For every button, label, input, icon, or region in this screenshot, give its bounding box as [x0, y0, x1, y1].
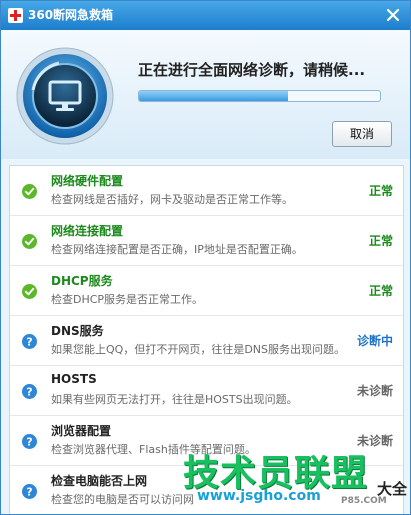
question-icon: ?	[22, 484, 37, 499]
row-description: 检查网络连接配置是否正确，IP地址是否配置正确。	[51, 243, 303, 256]
row-description: 检查您的电脑是否可以访问网	[51, 493, 194, 506]
progress-fill	[139, 91, 289, 101]
check-item-hosts[interactable]: ? HOSTS 如果有些网页无法打开，往往是HOSTS出现问题。 未诊断	[10, 366, 403, 416]
row-title: 网络连接配置	[51, 224, 124, 238]
row-status: 正常	[368, 234, 393, 248]
window-title: 360断网急救箱	[28, 8, 114, 22]
row-description: 如果有些网页无法打开，往往是HOSTS出现问题。	[51, 393, 298, 406]
question-icon: ?	[22, 384, 37, 399]
app-logo-icon	[8, 8, 23, 23]
row-title: 浏览器配置	[51, 424, 112, 438]
check-icon	[22, 284, 37, 299]
check-icon	[22, 234, 37, 249]
check-icon	[22, 184, 37, 199]
question-icon: ?	[22, 334, 37, 349]
svg-text:?: ?	[26, 336, 32, 349]
row-title: DHCP服务	[51, 274, 113, 288]
check-item-connection[interactable]: 网络连接配置 检查网络连接配置是否正确，IP地址是否配置正确。 正常	[10, 216, 403, 266]
svg-text:?: ?	[26, 436, 32, 449]
row-title: DNS服务	[51, 324, 104, 338]
app-window: 360断网急救箱 正在进行全面网络诊断，请稍候... 取消 网络硬件配置 检查网…	[0, 0, 411, 515]
site-watermark: 技术员联盟 www.jsgho.com 大全 P85.COM	[181, 444, 410, 514]
row-status: 未诊断	[356, 384, 393, 398]
row-status: 正常	[368, 284, 393, 298]
watermark-url: www.jsgho.com	[197, 488, 321, 504]
row-description: 检查DHCP服务是否正常工作。	[51, 293, 204, 306]
row-status: 诊断中	[356, 334, 393, 348]
watermark-side-small: P85.COM	[341, 496, 387, 506]
check-item-dns[interactable]: ? DNS服务 如果您能上QQ，但打不开网页，往往是DNS服务出现问题。 诊断中	[10, 316, 403, 366]
svg-text:?: ?	[26, 386, 32, 399]
check-item-dhcp[interactable]: DHCP服务 检查DHCP服务是否正常工作。 正常	[10, 266, 403, 316]
progress-bar	[138, 90, 381, 102]
diagnosis-header: 正在进行全面网络诊断，请稍候... 取消	[1, 30, 410, 159]
diagnosis-status: 正在进行全面网络诊断，请稍候...	[138, 61, 366, 79]
monitor-scan-icon	[16, 47, 114, 145]
close-icon[interactable]	[384, 6, 402, 24]
cancel-button[interactable]: 取消	[332, 121, 392, 147]
row-title: 网络硬件配置	[51, 174, 124, 188]
row-description: 如果您能上QQ，但打不开网页，往往是DNS服务出现问题。	[51, 343, 345, 356]
question-icon: ?	[22, 434, 37, 449]
row-title: 检查电脑能否上网	[51, 474, 148, 488]
svg-text:?: ?	[26, 486, 32, 499]
row-description: 检查网线是否插好，网卡及驱动是否正常工作等。	[51, 193, 293, 206]
check-item-hardware[interactable]: 网络硬件配置 检查网线是否插好，网卡及驱动是否正常工作等。 正常	[10, 166, 403, 216]
title-bar[interactable]: 360断网急救箱	[1, 1, 410, 30]
row-status: 正常	[368, 184, 393, 198]
row-title: HOSTS	[51, 372, 97, 386]
